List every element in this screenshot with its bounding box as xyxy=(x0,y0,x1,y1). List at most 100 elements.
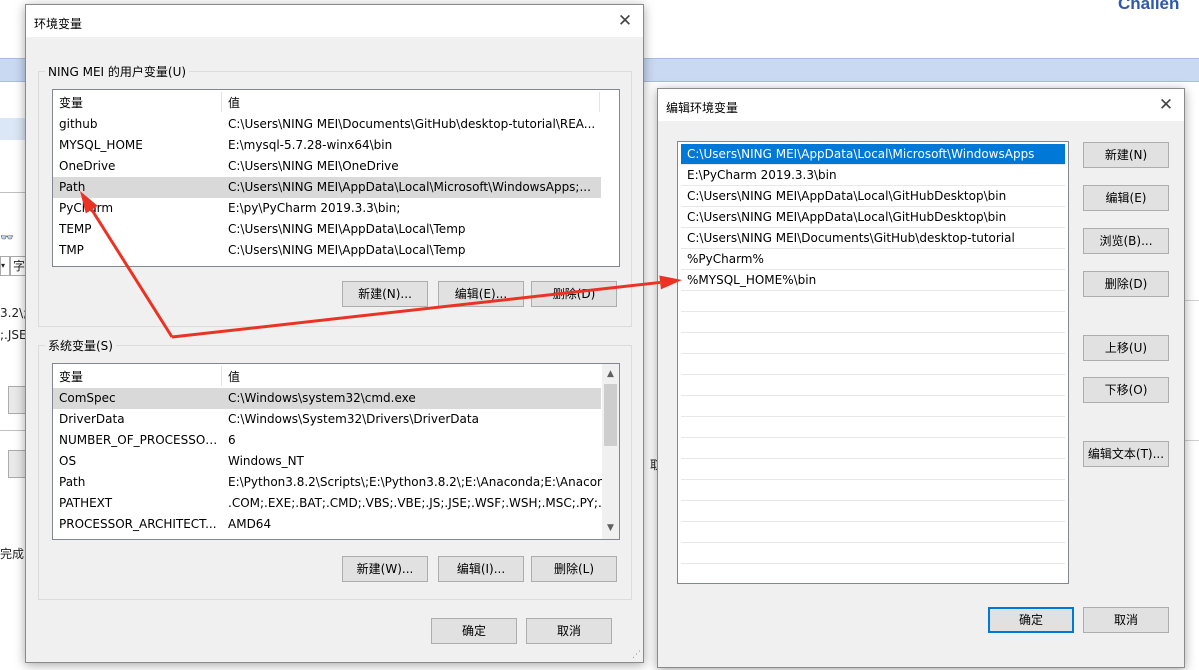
env-dialog-titlebar[interactable]: 环境变量 ✕ xyxy=(26,5,643,37)
table-row[interactable]: PyCharm E:\py\PyCharm 2019.3.3\bin; xyxy=(53,198,601,219)
variable-name: PROCESSOR_ARCHITECT... xyxy=(59,517,217,531)
path-edit-button[interactable]: 编辑(E) xyxy=(1083,185,1169,211)
column-divider[interactable] xyxy=(221,366,222,386)
path-entries-list[interactable]: C:\Users\NING MEI\AppData\Local\Microsof… xyxy=(677,141,1069,584)
list-item[interactable]: C:\Users\NING MEI\AppData\Local\GitHubDe… xyxy=(681,207,1065,228)
variable-value: Windows_NT xyxy=(228,454,304,468)
env-dialog-close-icon[interactable]: ✕ xyxy=(613,9,637,33)
background-app-title: Challen xyxy=(1118,0,1180,13)
system-variables-label: 系统变量(S) xyxy=(45,337,116,354)
list-item[interactable] xyxy=(681,438,1065,459)
list-item[interactable]: E:\PyCharm 2019.3.3\bin xyxy=(681,165,1065,186)
variable-name: DriverData xyxy=(59,412,125,426)
variable-value: C:\Users\NING MEI\AppData\Local\Temp xyxy=(228,243,466,257)
variable-value: .COM;.EXE;.BAT;.CMD;.VBS;.VBE;.JS;.JSE;.… xyxy=(228,496,618,510)
variable-value: E:\Python3.8.2\Scripts\;E:\Python3.8.2\;… xyxy=(228,475,617,489)
list-item[interactable] xyxy=(681,354,1065,375)
background-dropdown-icon: ▾ xyxy=(0,256,10,276)
table-row[interactable]: Path C:\Users\NING MEI\AppData\Local\Micr… xyxy=(53,177,601,198)
path-move-up-button[interactable]: 上移(U) xyxy=(1083,335,1169,361)
user-variables-list[interactable]: 变量 值 github C:\Users\NING MEI\Documents\G… xyxy=(52,89,620,267)
background-status-fragment: 完成 xyxy=(0,547,25,561)
table-row[interactable]: NUMBER_OF_PROCESSORS 6 xyxy=(53,430,601,451)
path-browse-button[interactable]: 浏览(B)... xyxy=(1083,228,1169,254)
path-move-down-button[interactable]: 下移(O) xyxy=(1083,377,1169,403)
scroll-down-arrow-icon[interactable]: ▼ xyxy=(602,520,619,537)
edit-ok-button[interactable]: 确定 xyxy=(988,607,1074,633)
variable-value: E:\py\PyCharm 2019.3.3\bin; xyxy=(228,201,401,215)
list-item[interactable] xyxy=(681,396,1065,417)
table-row[interactable]: ComSpec C:\Windows\system32\cmd.exe xyxy=(53,388,601,409)
list-item[interactable] xyxy=(681,480,1065,501)
user-delete-button[interactable]: 删除(D) xyxy=(531,281,617,307)
column-divider[interactable] xyxy=(599,92,600,112)
column-header-variable[interactable]: 变量 xyxy=(59,94,83,111)
scroll-thumb[interactable] xyxy=(604,384,617,446)
column-header-value[interactable]: 值 xyxy=(228,368,240,385)
variable-value: E:\mysql-5.7.28-winx64\bin xyxy=(228,138,393,152)
list-item[interactable] xyxy=(681,312,1065,333)
table-row[interactable]: TMP C:\Users\NING MEI\AppData\Local\Temp xyxy=(53,240,601,261)
list-item[interactable] xyxy=(681,375,1065,396)
user-new-button[interactable]: 新建(N)... xyxy=(342,281,428,307)
table-row[interactable]: PATHEXT .COM;.EXE;.BAT;.CMD;.VBS;.VBE;.JS… xyxy=(53,493,618,514)
list-item[interactable] xyxy=(681,543,1065,564)
list-item[interactable]: C:\Users\NING MEI\AppData\Local\GitHubDe… xyxy=(681,186,1065,207)
scroll-up-arrow-icon[interactable]: ▲ xyxy=(602,366,619,383)
variable-value: C:\Users\NING MEI\AppData\Local\Temp xyxy=(228,222,466,236)
list-item[interactable] xyxy=(681,291,1065,312)
list-item[interactable]: C:\Users\NING MEI\Documents\GitHub\deskt… xyxy=(681,228,1065,249)
system-new-button[interactable]: 新建(W)... xyxy=(342,556,428,582)
table-row[interactable]: MYSQL_HOME E:\mysql-5.7.28-winx64\bin xyxy=(53,135,601,156)
list-item[interactable]: %PyCharm% xyxy=(681,249,1065,270)
variable-name: TMP xyxy=(59,243,84,257)
user-variables-header: 变量 值 xyxy=(53,90,619,114)
list-item[interactable] xyxy=(681,333,1065,354)
table-row[interactable]: Path E:\Python3.8.2\Scripts\;E:\Python3.8… xyxy=(53,472,616,493)
table-row[interactable]: DriverData C:\Windows\System32\Drivers\Dr… xyxy=(53,409,601,430)
edit-dialog-close-icon[interactable]: ✕ xyxy=(1154,93,1178,117)
edit-dialog-titlebar[interactable]: 编辑环境变量 ✕ xyxy=(658,89,1184,121)
path-new-button[interactable]: 新建(N) xyxy=(1083,142,1169,168)
table-row[interactable]: TEMP C:\Users\NING MEI\AppData\Local\Temp xyxy=(53,219,601,240)
edit-environment-variable-dialog: 编辑环境变量 ✕ C:\Users\NING MEI\AppData\Local… xyxy=(657,88,1185,668)
list-item[interactable] xyxy=(681,501,1065,522)
path-entry-text: %PyCharm% xyxy=(687,252,764,266)
column-header-value[interactable]: 值 xyxy=(228,94,240,111)
resize-grip-icon[interactable]: ⋰ xyxy=(632,650,641,660)
path-delete-button[interactable]: 删除(D) xyxy=(1083,271,1169,297)
variable-name: PyCharm xyxy=(59,201,114,215)
table-row[interactable]: PROCESSOR_ARCHITECT... AMD64 xyxy=(53,514,601,535)
table-row[interactable]: OS Windows_NT xyxy=(53,451,601,472)
list-item[interactable]: C:\Users\NING MEI\AppData\Local\Microsof… xyxy=(681,144,1065,165)
variable-value: 6 xyxy=(228,433,236,447)
table-row[interactable]: OneDrive C:\Users\NING MEI\OneDrive xyxy=(53,156,601,177)
variable-name: github xyxy=(59,117,98,131)
env-ok-button[interactable]: 确定 xyxy=(431,618,517,644)
path-edit-text-button[interactable]: 编辑文本(T)... xyxy=(1083,441,1169,467)
list-item[interactable] xyxy=(681,564,1065,583)
path-entry-text: C:\Users\NING MEI\AppData\Local\GitHubDe… xyxy=(687,189,1007,203)
table-row[interactable]: github C:\Users\NING MEI\Documents\GitHub… xyxy=(53,114,601,135)
list-item[interactable]: %MYSQL_HOME%\bin xyxy=(681,270,1065,291)
list-item[interactable] xyxy=(681,522,1065,543)
background-binoculars-icon: 👓 xyxy=(0,231,14,244)
path-entry-text: E:\PyCharm 2019.3.3\bin xyxy=(687,168,837,182)
system-delete-button[interactable]: 删除(L) xyxy=(531,556,617,582)
system-variables-list[interactable]: 变量 值 ComSpec C:\Windows\system32\cmd.exe D… xyxy=(52,363,620,540)
user-edit-button[interactable]: 编辑(E)... xyxy=(438,281,524,307)
list-item[interactable] xyxy=(681,459,1065,480)
list-item[interactable] xyxy=(681,417,1065,438)
edit-cancel-button[interactable]: 取消 xyxy=(1083,607,1169,633)
variable-value: C:\Windows\system32\cmd.exe xyxy=(228,391,416,405)
system-variables-scrollbar[interactable]: ▲ ▼ xyxy=(602,364,619,539)
background-divider xyxy=(1184,300,1199,301)
variable-name: OneDrive xyxy=(59,159,116,173)
variable-name: NUMBER_OF_PROCESSORS xyxy=(59,433,219,447)
column-header-variable[interactable]: 变量 xyxy=(59,368,83,385)
variable-name: Path xyxy=(59,475,86,489)
edit-dialog-title: 编辑环境变量 xyxy=(666,101,739,115)
env-cancel-button[interactable]: 取消 xyxy=(526,618,612,644)
system-edit-button[interactable]: 编辑(I)... xyxy=(438,556,524,582)
column-divider[interactable] xyxy=(221,92,222,112)
